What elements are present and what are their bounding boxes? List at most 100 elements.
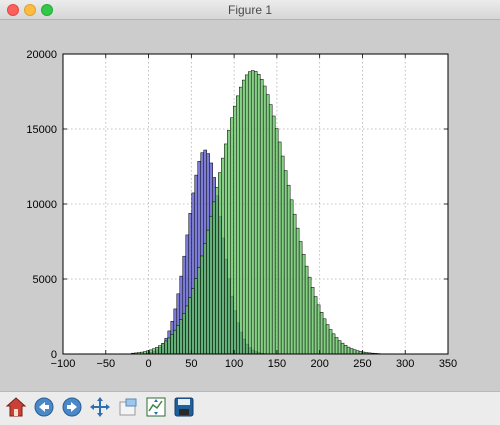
histogram-bar xyxy=(200,255,204,355)
y-tick-label: 20000 xyxy=(26,49,57,61)
x-tick-label: 150 xyxy=(268,358,286,370)
histogram-bar xyxy=(277,141,282,355)
histogram-bar xyxy=(307,276,312,355)
histogram-bar xyxy=(334,337,339,355)
pan-button[interactable] xyxy=(88,395,112,419)
histogram-bar xyxy=(218,172,222,355)
histogram-figure[interactable]: −100 −50 0 50 100 150 200 250 300 350050001000015… xyxy=(0,20,500,391)
histogram-bar xyxy=(301,253,306,355)
histogram-bar xyxy=(173,329,177,355)
histogram-bar xyxy=(206,229,210,355)
y-tick-label: 15000 xyxy=(26,124,57,136)
home-button[interactable] xyxy=(4,395,28,419)
histogram-bar xyxy=(271,115,276,355)
histogram-bar xyxy=(295,227,300,355)
histogram-bar xyxy=(224,143,228,355)
save-button[interactable] xyxy=(172,395,196,419)
histogram-bar xyxy=(230,117,234,355)
histogram-bar xyxy=(236,95,240,355)
histogram-bar xyxy=(250,70,255,355)
histogram-bar xyxy=(158,345,162,355)
forward-arrow-icon xyxy=(62,397,82,417)
histogram-bar xyxy=(289,199,294,355)
save-floppy-icon xyxy=(174,397,194,417)
histogram-bar xyxy=(215,187,219,355)
x-tick-label: 0 xyxy=(145,358,151,370)
histogram-bar xyxy=(238,86,243,355)
x-tick-label: 50 xyxy=(185,358,197,370)
histogram-bar xyxy=(209,215,213,355)
histogram-bar xyxy=(331,333,336,355)
histogram-bar xyxy=(247,71,252,355)
histogram-bar xyxy=(328,329,333,355)
histogram-bar xyxy=(349,348,354,355)
x-tick-label: −50 xyxy=(96,358,115,370)
histogram-bar xyxy=(286,184,291,355)
histogram-bar xyxy=(212,201,216,355)
histogram-bar xyxy=(241,79,246,355)
pan-move-icon xyxy=(90,397,110,417)
histogram-bar xyxy=(259,78,264,355)
histogram-bar xyxy=(262,85,267,355)
y-tick-label: 10000 xyxy=(26,199,57,211)
histogram-bar xyxy=(221,157,225,355)
x-tick-label: 300 xyxy=(396,358,414,370)
window-title: Figure 1 xyxy=(227,3,273,17)
home-icon xyxy=(5,397,27,417)
histogram-bar xyxy=(346,346,351,355)
histogram-bar xyxy=(182,312,186,355)
histogram-bar xyxy=(188,297,192,355)
histogram-bar xyxy=(319,312,324,355)
histogram-bar xyxy=(167,337,171,355)
histogram-bar xyxy=(152,348,156,355)
histogram-bar xyxy=(185,305,189,355)
histogram-bar xyxy=(170,334,174,355)
histogram-bar xyxy=(265,94,270,355)
histogram-bar xyxy=(176,325,180,355)
histogram-bar xyxy=(304,265,309,355)
navigation-toolbar xyxy=(0,391,500,425)
histogram-bar xyxy=(316,304,321,355)
histogram-bar xyxy=(244,74,249,355)
histogram-bar xyxy=(203,243,207,355)
y-tick-label: 5000 xyxy=(33,274,57,286)
histogram-bar xyxy=(298,241,303,355)
back-arrow-icon xyxy=(34,397,54,417)
histogram-bar xyxy=(179,319,183,355)
x-tick-label: 200 xyxy=(310,358,328,370)
histogram-bar xyxy=(149,349,153,355)
x-tick-label: 100 xyxy=(225,358,243,370)
histogram-bar xyxy=(227,130,231,355)
histogram-bar xyxy=(268,104,273,355)
histogram-bar xyxy=(352,349,357,355)
histogram-bar xyxy=(164,340,168,355)
histogram-bar xyxy=(194,278,198,355)
histogram-bar xyxy=(191,288,195,355)
histogram-bar xyxy=(233,105,237,355)
back-button[interactable] xyxy=(32,395,56,419)
zoom-button[interactable] xyxy=(116,395,140,419)
subplots-button[interactable] xyxy=(144,395,168,419)
histogram-bar xyxy=(155,347,159,355)
zoom-rect-icon xyxy=(119,398,137,416)
histogram-bar xyxy=(337,340,342,355)
y-tick-label: 0 xyxy=(51,349,57,361)
histogram-bar xyxy=(283,170,288,355)
histogram-bar xyxy=(340,342,345,355)
histogram-bar xyxy=(322,318,327,355)
histogram-bar xyxy=(310,287,315,355)
histogram-bar xyxy=(325,324,330,355)
histogram-bar xyxy=(292,213,297,355)
histogram-bar xyxy=(253,71,258,355)
histogram-bar xyxy=(274,128,279,355)
x-tick-label: 250 xyxy=(353,358,371,370)
forward-button[interactable] xyxy=(60,395,84,419)
histogram-bar xyxy=(256,74,261,355)
histogram-bar xyxy=(313,296,318,355)
window-titlebar: Figure 1 xyxy=(0,0,500,20)
subplots-config-icon xyxy=(146,397,166,417)
histogram-bar xyxy=(280,155,285,355)
histogram-bar xyxy=(343,345,348,355)
histogram-bar xyxy=(197,267,201,355)
histogram-bar xyxy=(161,343,165,355)
